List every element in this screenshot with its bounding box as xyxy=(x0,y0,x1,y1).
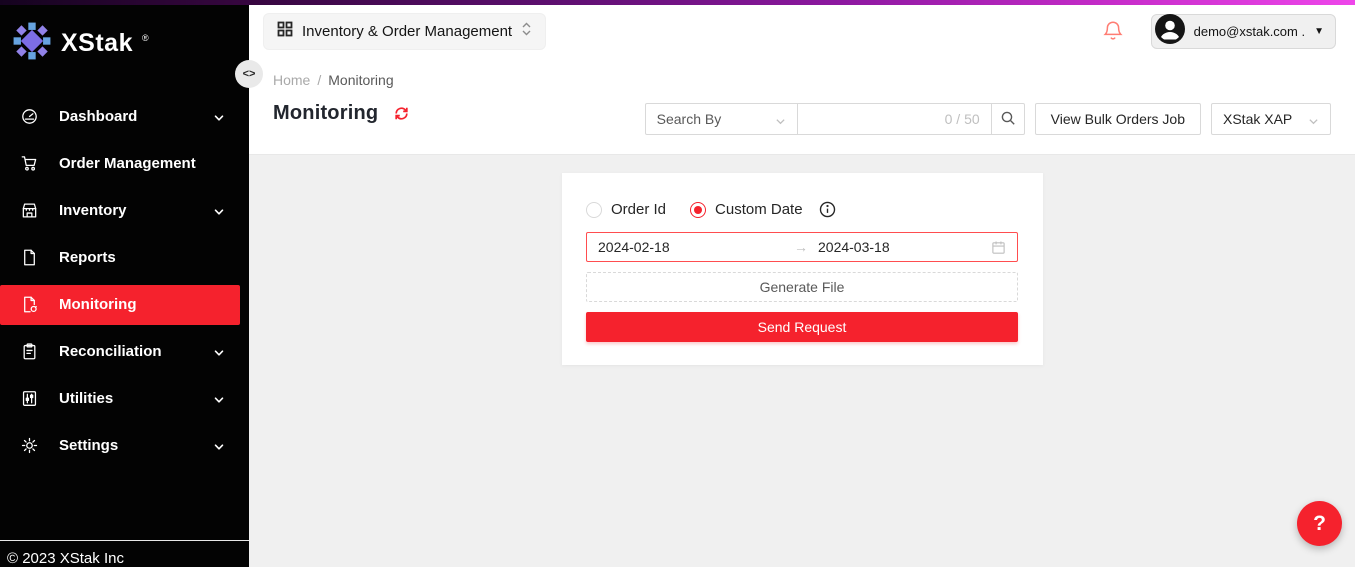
search-input[interactable] xyxy=(809,111,945,127)
search-mode-radio-group: Order Id Custom Date xyxy=(586,201,1019,218)
up-down-caret-icon xyxy=(521,22,532,40)
brand-trademark: ® xyxy=(142,33,149,43)
brand-name: XStak xyxy=(61,29,133,58)
utilities-icon xyxy=(21,390,38,407)
sidebar-item-reports[interactable]: Reports xyxy=(0,234,249,281)
sidebar-item-order-management[interactable]: Order Management xyxy=(0,140,249,187)
help-button[interactable]: ? xyxy=(1297,501,1342,546)
refresh-icon[interactable] xyxy=(393,105,410,122)
reconciliation-icon xyxy=(21,343,38,360)
sidebar-item-settings[interactable]: Settings xyxy=(0,422,249,469)
radio-circle-unchecked xyxy=(586,202,602,218)
collapse-icon: <> xyxy=(243,68,256,80)
sidebar-footer: © 2023 XStak Inc xyxy=(0,540,249,567)
app-switcher-button[interactable]: Inventory & Order Management xyxy=(263,13,546,50)
sidebar-nav: Dashboard Order Management Inventory Rep… xyxy=(0,93,249,469)
chevron-down-icon xyxy=(213,440,225,452)
toolbar: Search By 0 / 50 View Bulk O xyxy=(645,103,1331,135)
brand-logo: XStak ® xyxy=(0,0,249,66)
reports-icon xyxy=(21,249,38,266)
chevron-down-icon xyxy=(775,114,786,125)
top-navbar: Inventory & Order Management xyxy=(249,5,1355,57)
info-icon[interactable] xyxy=(819,201,836,218)
xstak-logo-icon xyxy=(12,21,52,66)
breadcrumb-home-link[interactable]: Home xyxy=(273,72,310,88)
search-icon xyxy=(1000,110,1016,129)
title-row: Monitoring xyxy=(273,102,410,125)
topbar-right: demo@xstak.com . ▼ xyxy=(1102,14,1336,49)
radio-custom-date[interactable]: Custom Date xyxy=(690,201,803,218)
search-by-select[interactable]: Search By xyxy=(645,103,798,135)
search-char-count: 0 / 50 xyxy=(945,111,980,127)
monitoring-icon xyxy=(21,296,38,313)
caret-down-icon: ▼ xyxy=(1314,26,1324,37)
settings-icon xyxy=(21,437,38,454)
sidebar-collapse-button[interactable]: <> xyxy=(235,60,263,88)
generate-file-button[interactable]: Generate File xyxy=(586,272,1018,302)
search-field: 0 / 50 xyxy=(797,103,992,135)
main-area: Inventory & Order Management xyxy=(249,0,1355,567)
xap-select-label: XStak XAP xyxy=(1223,111,1292,127)
chevron-down-icon xyxy=(213,111,225,123)
sidebar-item-inventory[interactable]: Inventory xyxy=(0,187,249,234)
top-gradient-bar xyxy=(0,0,1355,5)
search-by-label: Search By xyxy=(657,111,722,127)
user-menu[interactable]: demo@xstak.com . ▼ xyxy=(1151,14,1336,49)
notifications-bell-icon[interactable] xyxy=(1102,19,1124,43)
send-request-button[interactable]: Send Request xyxy=(586,312,1018,342)
search-button[interactable] xyxy=(991,103,1025,135)
page-header: Home / Monitoring Monitoring Search By xyxy=(249,57,1355,155)
breadcrumb: Home / Monitoring xyxy=(273,72,394,88)
date-end-value[interactable]: 2024-03-18 xyxy=(818,239,991,255)
sidebar: XStak ® Dashboard Order Management Inven… xyxy=(0,0,249,567)
xap-select[interactable]: XStak XAP xyxy=(1211,103,1331,135)
inventory-icon xyxy=(21,202,38,219)
breadcrumb-separator: / xyxy=(317,72,321,88)
radio-order-id-label: Order Id xyxy=(611,201,666,218)
app-root: XStak ® Dashboard Order Management Inven… xyxy=(0,0,1355,567)
date-start-value[interactable]: 2024-02-18 xyxy=(598,239,794,255)
radio-custom-date-label: Custom Date xyxy=(715,201,803,218)
avatar xyxy=(1155,14,1185,49)
dashboard-icon xyxy=(21,108,38,125)
view-bulk-orders-job-button[interactable]: View Bulk Orders Job xyxy=(1035,103,1201,135)
calendar-icon xyxy=(991,240,1006,255)
sidebar-item-utilities[interactable]: Utilities xyxy=(0,375,249,422)
page-title: Monitoring xyxy=(273,102,378,125)
chevron-down-icon xyxy=(213,393,225,405)
sidebar-item-dashboard[interactable]: Dashboard xyxy=(0,93,249,140)
copyright-text: © 2023 XStak Inc xyxy=(7,550,124,567)
order-management-icon xyxy=(21,155,38,172)
date-range-picker[interactable]: 2024-02-18 → 2024-03-18 xyxy=(586,232,1018,262)
monitoring-form-card: Order Id Custom Date 2024-02-18 xyxy=(562,173,1043,365)
breadcrumb-current: Monitoring xyxy=(328,72,393,88)
chevron-down-icon xyxy=(1308,114,1319,125)
radio-circle-checked xyxy=(690,202,706,218)
page-content: Order Id Custom Date 2024-02-18 xyxy=(249,156,1355,567)
sidebar-item-reconciliation[interactable]: Reconciliation xyxy=(0,328,249,375)
sidebar-item-monitoring[interactable]: Monitoring xyxy=(0,285,240,325)
app-switcher-label: Inventory & Order Management xyxy=(302,23,512,40)
arrow-right-icon: → xyxy=(794,239,818,255)
user-email: demo@xstak.com . xyxy=(1194,24,1305,39)
chevron-down-icon xyxy=(213,346,225,358)
grid-icon xyxy=(277,21,293,41)
chevron-down-icon xyxy=(213,205,225,217)
radio-order-id[interactable]: Order Id xyxy=(586,201,666,218)
